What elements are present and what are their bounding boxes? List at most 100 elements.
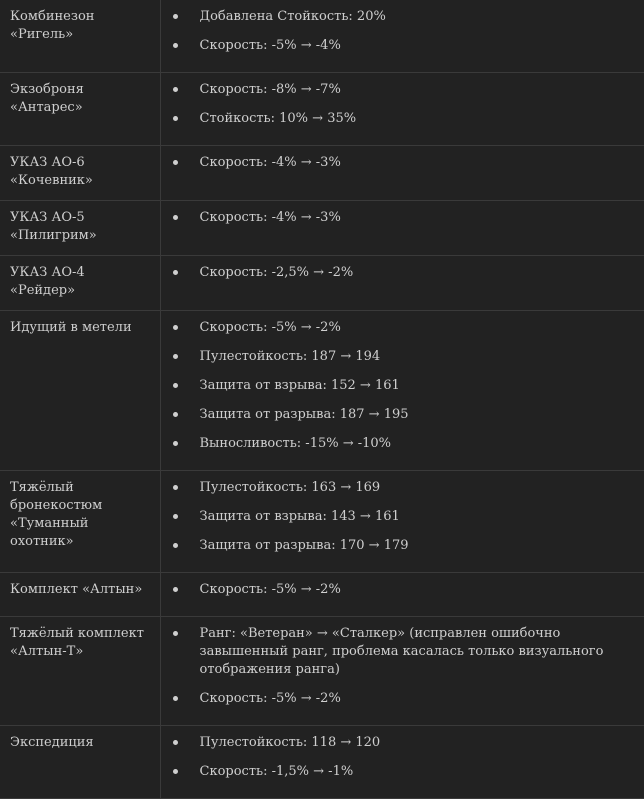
bullet-icon: [172, 116, 178, 121]
item-changes: Скорость: -4% → -3%: [160, 146, 644, 201]
item-changes: Пулестойкость: 163 → 169 Защита от взрыва…: [160, 471, 644, 573]
item-name: Комплект «Алтын»: [0, 572, 161, 617]
item-name: Комбинезон «Ригель»: [0, 0, 161, 73]
bullet-icon: [172, 160, 178, 165]
change-text: Скорость: -2,5% → -2%: [199, 265, 354, 280]
changes-list: Скорость: -2,5% → -2%: [161, 264, 635, 282]
change-text: Защита от взрыва: 143 → 161: [199, 509, 400, 524]
changes-list: Скорость: -4% → -3%: [161, 154, 635, 172]
table-row: Идущий в метели Скорость: -5% → -2% Пулест…: [0, 310, 644, 471]
bullet-icon: [172, 87, 178, 92]
item-changes: Ранг: «Ветеран» → «Сталкер» (исправлен о…: [160, 617, 644, 726]
list-item: Скорость: -5% → -2%: [161, 319, 635, 337]
item-name: Экзоброня «Антарес»: [0, 72, 161, 146]
item-changes: Скорость: -5% → -2%: [160, 573, 644, 617]
bullet-icon: [172, 14, 178, 19]
list-item: Скорость: -4% → -3%: [161, 154, 635, 172]
change-text: Защита от разрыва: 187 → 195: [199, 407, 409, 422]
bullet-icon: [172, 587, 178, 592]
change-text: Пулестойкость: 163 → 169: [199, 480, 381, 495]
changes-table-body: Комбинезон «Ригель» Добавлена Стойкость: …: [0, 0, 644, 799]
list-item: Скорость: -5% → -4%: [161, 37, 635, 55]
list-item: Скорость: -8% → -7%: [161, 81, 635, 99]
item-changes: Пулестойкость: 118 → 120 Скорость: -1,5% …: [160, 726, 644, 799]
bullet-icon: [172, 769, 178, 774]
item-name: Тяжёлый комплект «Алтын-Т»: [0, 616, 161, 726]
list-item: Защита от взрыва: 152 → 161: [161, 377, 635, 395]
table-row: УКАЗ АО-4 «Рейдер» Скорость: -2,5% → -2%: [0, 255, 644, 311]
list-item: Добавлена Стойкость: 20%: [161, 8, 635, 26]
table-row: Комплект «Алтын» Скорость: -5% → -2%: [0, 572, 644, 617]
change-text: Скорость: -5% → -4%: [199, 38, 341, 53]
item-changes: Скорость: -5% → -2% Пулестойкость: 187 → …: [160, 311, 644, 471]
changes-list: Добавлена Стойкость: 20% Скорость: -5% → …: [161, 8, 635, 55]
item-name: УКАЗ АО-4 «Рейдер»: [0, 255, 161, 311]
change-text: Пулестойкость: 118 → 120: [199, 735, 381, 750]
list-item: Пулестойкость: 187 → 194: [161, 348, 635, 366]
change-text: Ранг: «Ветеран» → «Сталкер» (исправлен о…: [199, 626, 604, 677]
changes-list: Скорость: -4% → -3%: [161, 209, 635, 227]
list-item: Скорость: -2,5% → -2%: [161, 264, 635, 282]
bullet-icon: [172, 514, 178, 519]
changes-list: Пулестойкость: 163 → 169 Защита от взрыва…: [161, 479, 635, 555]
change-text: Скорость: -5% → -2%: [199, 691, 341, 706]
bullet-icon: [172, 543, 178, 548]
table-row: Экспедиция Пулестойкость: 118 → 120 Скорос…: [0, 725, 644, 799]
table-row: Тяжёлый бронекостюм «Туманный охотник» Пу…: [0, 470, 644, 573]
item-changes: Скорость: -2,5% → -2%: [160, 256, 644, 311]
list-item: Защита от взрыва: 143 → 161: [161, 508, 635, 526]
changes-list: Ранг: «Ветеран» → «Сталкер» (исправлен о…: [161, 625, 635, 708]
change-text: Скорость: -1,5% → -1%: [199, 764, 354, 779]
list-item: Скорость: -1,5% → -1%: [161, 763, 635, 781]
change-text: Скорость: -8% → -7%: [199, 82, 341, 97]
item-name: УКАЗ АО-5 «Пилигрим»: [0, 200, 161, 256]
list-item: Защита от разрыва: 187 → 195: [161, 406, 635, 424]
change-text: Защита от разрыва: 170 → 179: [199, 538, 409, 553]
change-text: Пулестойкость: 187 → 194: [199, 349, 381, 364]
change-text: Стойкость: 10% → 35%: [199, 111, 357, 126]
bullet-icon: [172, 740, 178, 745]
item-name: УКАЗ АО-6 «Кочевник»: [0, 145, 161, 201]
list-item: Скорость: -4% → -3%: [161, 209, 635, 227]
item-changes: Добавлена Стойкость: 20% Скорость: -5% → …: [160, 0, 644, 73]
changes-list: Скорость: -5% → -2% Пулестойкость: 187 → …: [161, 319, 635, 453]
item-name: Идущий в метели: [0, 310, 161, 471]
table-row: Экзоброня «Антарес» Скорость: -8% → -7% Ст…: [0, 72, 644, 146]
change-text: Выносливость: -15% → -10%: [199, 436, 392, 451]
bullet-icon: [172, 485, 178, 490]
bullet-icon: [172, 631, 178, 636]
list-item: Пулестойкость: 118 → 120: [161, 734, 635, 752]
table-row: УКАЗ АО-6 «Кочевник» Скорость: -4% → -3%: [0, 145, 644, 201]
change-text: Защита от взрыва: 152 → 161: [199, 378, 400, 393]
changes-table: Комбинезон «Ригель» Добавлена Стойкость: …: [0, 0, 644, 799]
list-item: Ранг: «Ветеран» → «Сталкер» (исправлен о…: [161, 625, 635, 679]
bullet-icon: [172, 412, 178, 417]
list-item: Стойкость: 10% → 35%: [161, 110, 635, 128]
list-item: Выносливость: -15% → -10%: [161, 435, 635, 453]
table-row: Тяжёлый комплект «Алтын-Т» Ранг: «Ветеран…: [0, 616, 644, 726]
bullet-icon: [172, 215, 178, 220]
changes-list: Пулестойкость: 118 → 120 Скорость: -1,5% …: [161, 734, 635, 781]
list-item: Скорость: -5% → -2%: [161, 690, 635, 708]
bullet-icon: [172, 441, 178, 446]
changes-list: Скорость: -8% → -7% Стойкость: 10% → 35%: [161, 81, 635, 128]
bullet-icon: [172, 383, 178, 388]
bullet-icon: [172, 696, 178, 701]
bullet-icon: [172, 43, 178, 48]
change-text: Скорость: -4% → -3%: [199, 155, 341, 170]
change-text: Скорость: -4% → -3%: [199, 210, 341, 225]
change-text: Скорость: -5% → -2%: [199, 582, 341, 597]
item-name: Экспедиция: [0, 725, 161, 799]
list-item: Скорость: -5% → -2%: [161, 581, 635, 599]
changes-list: Скорость: -5% → -2%: [161, 581, 635, 599]
table-row: УКАЗ АО-5 «Пилигрим» Скорость: -4% → -3%: [0, 200, 644, 256]
change-text: Скорость: -5% → -2%: [199, 320, 341, 335]
change-text: Добавлена Стойкость: 20%: [199, 9, 386, 24]
item-name: Тяжёлый бронекостюм «Туманный охотник»: [0, 470, 161, 573]
item-changes: Скорость: -8% → -7% Стойкость: 10% → 35%: [160, 73, 644, 146]
bullet-icon: [172, 270, 178, 275]
bullet-icon: [172, 325, 178, 330]
list-item: Пулестойкость: 163 → 169: [161, 479, 635, 497]
table-row: Комбинезон «Ригель» Добавлена Стойкость: …: [0, 0, 644, 73]
list-item: Защита от разрыва: 170 → 179: [161, 537, 635, 555]
